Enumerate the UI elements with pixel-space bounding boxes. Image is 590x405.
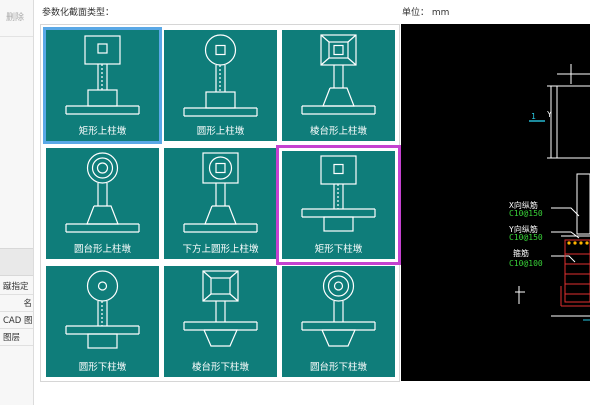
left-row-3[interactable]: CAD 图 <box>0 312 33 329</box>
divider <box>0 36 33 37</box>
cad-stirrup-value: C10@100 <box>509 259 543 268</box>
tile-label: 圆台形下柱墩 <box>309 362 367 373</box>
section-type-grid: 矩形上柱墩 圆形上柱墩 棱台形上柱墩 圆台形上柱墩 下方上圆形上柱墩 矩形下柱墩… <box>40 24 401 382</box>
cad-y-rebar-value: C10@150 <box>509 233 543 242</box>
tile-label: 矩形下柱墩 <box>314 244 363 255</box>
unit-label: 单位： mm <box>402 8 450 18</box>
cad-stirrup-label: 箍筋 <box>513 249 529 258</box>
tile-label: 棱台形上柱墩 <box>309 126 367 137</box>
param-section-type-label: 参数化截面类型： <box>42 8 115 18</box>
tile-label: 棱台形下柱墩 <box>191 362 249 373</box>
tile-rect-upper-pier[interactable]: 矩形上柱墩 <box>43 27 162 144</box>
tile-label: 圆台形上柱墩 <box>73 244 131 255</box>
cad-x-rebar-value: C10@150 <box>509 209 543 218</box>
tile-label: 圆形下柱墩 <box>78 362 127 373</box>
cad-dim-y: Y <box>547 110 552 119</box>
tile-round-frustum-upper-pier[interactable]: 圆台形上柱墩 <box>46 148 159 259</box>
tile-frustum-lower-pier[interactable]: 棱台形下柱墩 <box>164 266 277 377</box>
left-row-4[interactable]: 图层 <box>0 329 33 346</box>
delete-button[interactable]: 删除 <box>6 10 24 23</box>
left-row-1[interactable]: 蹴指定 <box>0 278 33 295</box>
cad-preview[interactable]: 1 Y X向纵筋 C10@150 Y向纵筋 C10@150 箍筋 C10@100 <box>401 24 590 381</box>
tile-rect-lower-pier[interactable]: 矩形下柱墩 <box>276 145 401 265</box>
tile-frustum-upper-pier[interactable]: 棱台形上柱墩 <box>282 30 395 141</box>
tile-round-frustum-lower-pier[interactable]: 圆台形下柱墩 <box>282 266 395 377</box>
left-panel: 删除 蹴指定 名 CAD 图 图层 <box>0 0 34 405</box>
tile-round-upper-pier[interactable]: 圆形上柱墩 <box>164 30 277 141</box>
left-panel-band <box>0 248 33 276</box>
tile-label: 下方上圆形上柱墩 <box>182 244 259 255</box>
cad-drawing <box>515 64 590 321</box>
left-row-2[interactable]: 名 <box>0 295 33 312</box>
tile-round-lower-pier[interactable]: 圆形下柱墩 <box>46 266 159 377</box>
tile-label: 矩形上柱墩 <box>78 126 127 137</box>
cad-dim-1: 1 <box>531 112 536 121</box>
tile-square-base-round-top-upper-pier[interactable]: 下方上圆形上柱墩 <box>164 148 277 259</box>
tile-label: 圆形上柱墩 <box>196 126 245 137</box>
